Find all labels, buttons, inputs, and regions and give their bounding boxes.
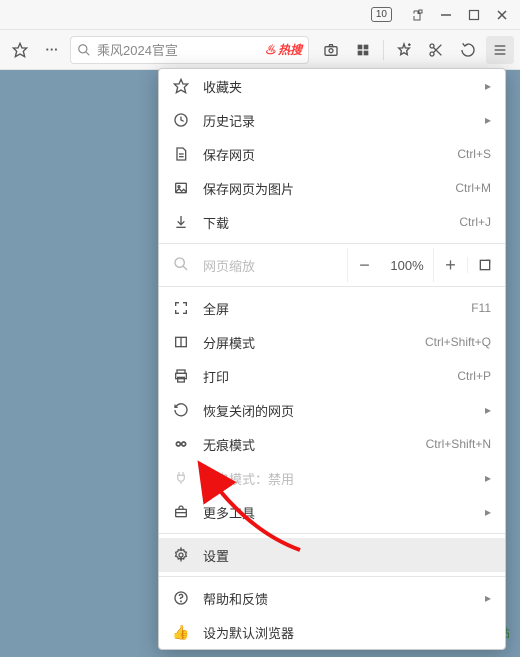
menu-separator <box>159 286 505 287</box>
search-icon <box>77 43 91 57</box>
fullscreen-icon <box>173 300 189 316</box>
tab-count-badge[interactable]: 10 <box>371 7 392 22</box>
menu-download[interactable]: 下载 Ctrl+J <box>159 205 505 239</box>
chevron-right-icon: ▸ <box>483 79 491 93</box>
chevron-right-icon: ▸ <box>483 113 491 127</box>
window-titlebar: 10 <box>0 0 520 30</box>
minimize-button[interactable] <box>432 1 460 29</box>
zoom-fit-button[interactable] <box>467 257 501 273</box>
menu-default-browser[interactable]: 👍 设为默认浏览器 <box>159 615 505 649</box>
menu-separator <box>159 533 505 534</box>
more-dots-icon[interactable]: ··· <box>38 36 66 64</box>
close-button[interactable] <box>488 1 516 29</box>
camera-icon[interactable] <box>317 36 345 64</box>
restore-icon <box>173 402 189 418</box>
menu-save-page[interactable]: 保存网页 Ctrl+S <box>159 137 505 171</box>
toolbar-divider <box>383 40 384 60</box>
flame-icon: ♨ <box>264 42 276 58</box>
plug-icon <box>173 470 189 486</box>
apps-grid-icon[interactable] <box>349 36 377 64</box>
add-bookmark-icon[interactable] <box>390 36 418 64</box>
menu-power-save[interactable]: 省电模式：禁用 ▸ <box>159 461 505 495</box>
printer-icon <box>173 368 189 384</box>
thumbs-up-icon: 👍 <box>173 624 189 640</box>
toolbox-icon <box>173 504 189 520</box>
menu-fullscreen[interactable]: 全屏 F11 <box>159 291 505 325</box>
clock-icon <box>173 112 189 128</box>
hot-search-badge[interactable]: ♨ 热搜 <box>264 41 302 58</box>
help-icon <box>173 590 189 606</box>
star-icon <box>173 78 189 94</box>
scissors-icon[interactable] <box>422 36 450 64</box>
incognito-icon <box>173 436 189 452</box>
menu-history[interactable]: 历史记录 ▸ <box>159 103 505 137</box>
zoom-value: 100% <box>381 258 433 273</box>
search-placeholder: 乘风2024官宣 <box>97 40 258 59</box>
chevron-right-icon: ▸ <box>483 403 491 417</box>
menu-print[interactable]: 打印 Ctrl+P <box>159 359 505 393</box>
zoom-out-button[interactable]: − <box>347 248 381 282</box>
menu-more-tools[interactable]: 更多工具 ▸ <box>159 495 505 529</box>
image-icon <box>173 180 189 196</box>
bookmark-star-icon[interactable] <box>6 36 34 64</box>
file-icon <box>173 146 189 162</box>
extension-icon[interactable] <box>404 1 432 29</box>
menu-save-page-image[interactable]: 保存网页为图片 Ctrl+M <box>159 171 505 205</box>
zoom-in-button[interactable]: + <box>433 248 467 282</box>
search-input[interactable]: 乘风2024官宣 ♨ 热搜 <box>70 36 309 64</box>
menu-settings[interactable]: 设置 <box>159 538 505 572</box>
maximize-button[interactable] <box>460 1 488 29</box>
gear-icon <box>173 547 189 563</box>
menu-help[interactable]: 帮助和反馈 ▸ <box>159 581 505 615</box>
menu-separator <box>159 576 505 577</box>
split-icon <box>173 334 189 350</box>
menu-separator <box>159 243 505 244</box>
menu-incognito[interactable]: 无痕模式 Ctrl+Shift+N <box>159 427 505 461</box>
chevron-right-icon: ▸ <box>483 471 491 485</box>
undo-icon[interactable] <box>454 36 482 64</box>
menu-zoom: 网页缩放 − 100% + <box>159 248 505 282</box>
hamburger-menu-icon[interactable] <box>486 36 514 64</box>
download-icon <box>173 214 189 230</box>
menu-split-screen[interactable]: 分屏模式 Ctrl+Shift+Q <box>159 325 505 359</box>
menu-restore-closed[interactable]: 恢复关闭的网页 ▸ <box>159 393 505 427</box>
magnifier-icon <box>173 256 189 275</box>
menu-favorites[interactable]: 收藏夹 ▸ <box>159 69 505 103</box>
main-menu-dropdown: 收藏夹 ▸ 历史记录 ▸ 保存网页 Ctrl+S 保存网页为图片 Ctrl+M … <box>158 68 506 650</box>
chevron-right-icon: ▸ <box>483 591 491 605</box>
chevron-right-icon: ▸ <box>483 505 491 519</box>
browser-toolbar: ··· 乘风2024官宣 ♨ 热搜 <box>0 30 520 70</box>
